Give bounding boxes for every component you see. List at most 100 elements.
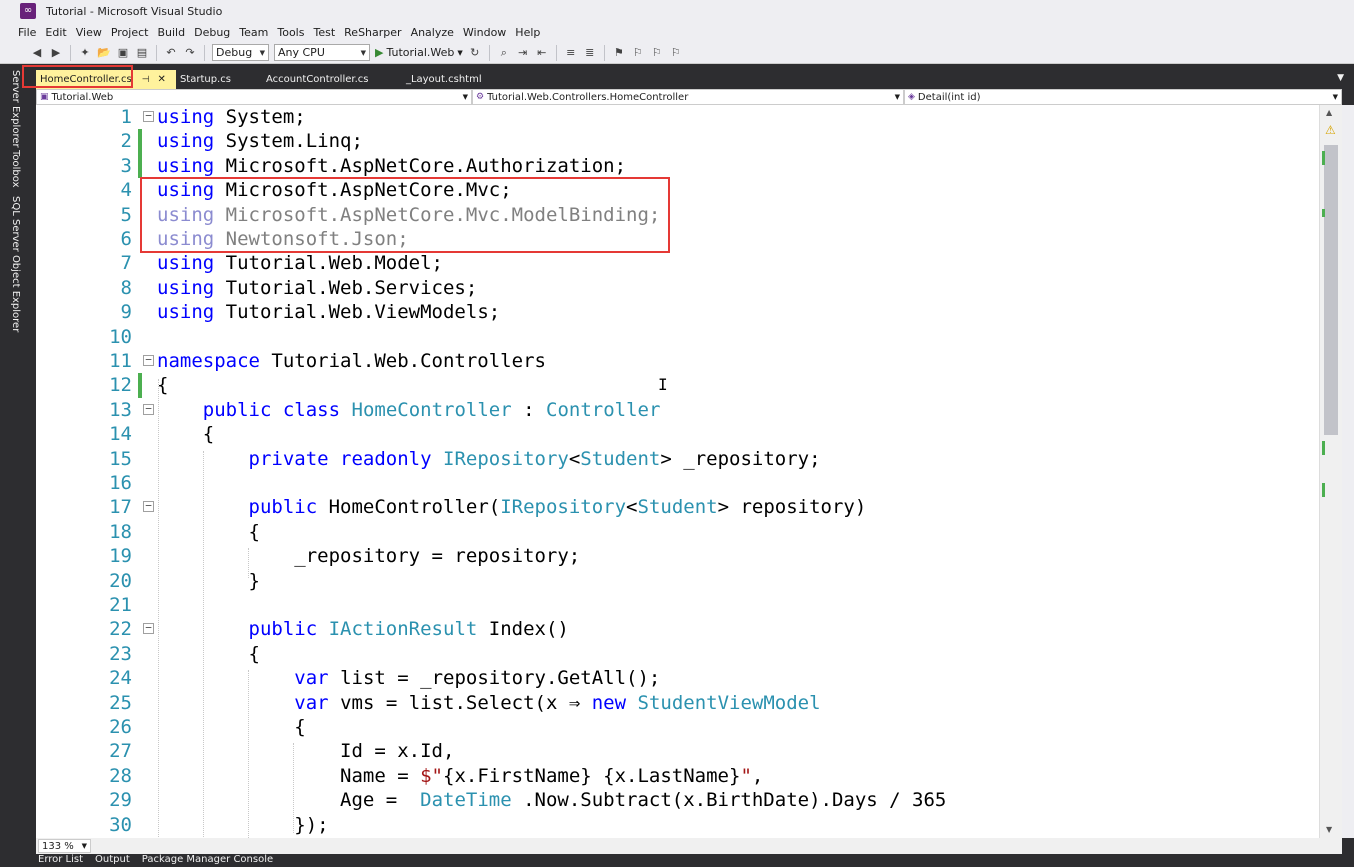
solution-platform-select[interactable]: Any CPU ▼ bbox=[274, 44, 370, 61]
menu-edit[interactable]: Edit bbox=[45, 26, 75, 39]
refresh-icon[interactable]: ↻ bbox=[468, 46, 482, 60]
code-line[interactable]: 21 bbox=[36, 593, 1319, 617]
code-line[interactable]: 25 var vms = list.Select(x ⇒ new Student… bbox=[36, 691, 1319, 715]
save-icon[interactable]: ▣ bbox=[116, 46, 130, 60]
code-line[interactable]: 29 Age = DateTime .Now.Subtract(x.BirthD… bbox=[36, 788, 1319, 812]
tab-accountcontroller[interactable]: AccountController.cs bbox=[262, 70, 402, 89]
code-line[interactable]: 1− using System; bbox=[36, 105, 1319, 129]
new-project-icon[interactable]: ✦ bbox=[78, 46, 92, 60]
code-line[interactable]: 9 using Tutorial.Web.ViewModels; bbox=[36, 300, 1319, 324]
start-debugging-button[interactable]: ▶ Tutorial.Web ▼ bbox=[375, 46, 463, 59]
code-text: } bbox=[157, 569, 260, 593]
tab-output[interactable]: Output bbox=[95, 854, 130, 865]
code-line[interactable]: 22− public IActionResult Index() bbox=[36, 617, 1319, 641]
code-line[interactable]: 14 { bbox=[36, 422, 1319, 446]
menu-team[interactable]: Team bbox=[239, 26, 277, 39]
menu-window[interactable]: Window bbox=[463, 26, 515, 39]
outdent-icon[interactable]: ⇤ bbox=[535, 46, 549, 60]
code-line[interactable]: 17− public HomeController(IRepository<St… bbox=[36, 495, 1319, 519]
code-line[interactable]: 7 using Tutorial.Web.Model; bbox=[36, 251, 1319, 275]
code-token: public bbox=[248, 496, 318, 519]
menu-analyze[interactable]: Analyze bbox=[411, 26, 463, 39]
code-line[interactable]: 2 using System.Linq; bbox=[36, 129, 1319, 154]
code-line[interactable]: 15 private readonly IRepository<Student>… bbox=[36, 447, 1319, 471]
side-tab-toolbox[interactable]: Toolbox bbox=[10, 150, 21, 188]
menu-file[interactable]: File bbox=[18, 26, 45, 39]
code-token: , bbox=[751, 764, 764, 787]
line-number: 28 bbox=[109, 764, 132, 787]
code-line[interactable]: 12 { bbox=[36, 373, 1319, 398]
member-select[interactable]: ◈ Detail(int id) ▼ bbox=[904, 89, 1342, 105]
code-line[interactable]: 3 using Microsoft.AspNetCore.Authorizatio… bbox=[36, 153, 1319, 179]
code-line[interactable]: 8 using Tutorial.Web.Services; bbox=[36, 276, 1319, 300]
code-token: Controller bbox=[546, 398, 661, 421]
side-tab-sql-server-object-explorer[interactable]: SQL Server Object Explorer bbox=[10, 196, 21, 332]
menu-resharper[interactable]: ReSharper bbox=[344, 26, 410, 39]
menu-help[interactable]: Help bbox=[515, 26, 549, 39]
previous-bookmark-icon[interactable]: ⚐ bbox=[631, 46, 645, 60]
line-number: 25 bbox=[109, 691, 132, 714]
collapse-icon[interactable]: − bbox=[143, 403, 154, 415]
menu-tools[interactable]: Tools bbox=[277, 26, 313, 39]
code-text: private readonly IRepository<Student> _r… bbox=[157, 447, 821, 471]
code-line[interactable]: 19 _repository = repository; bbox=[36, 544, 1319, 568]
menu-project[interactable]: Project bbox=[111, 26, 158, 39]
menu-test[interactable]: Test bbox=[313, 26, 344, 39]
code-line[interactable]: 23 { bbox=[36, 642, 1319, 666]
collapse-icon[interactable]: − bbox=[143, 622, 154, 635]
scroll-down-arrow-icon[interactable]: ▼ bbox=[1326, 825, 1332, 834]
code-token: System.Linq; bbox=[225, 130, 363, 153]
navigate-forward-icon[interactable]: ▶ bbox=[49, 46, 63, 60]
warning-icon[interactable]: ⚠ bbox=[1325, 123, 1336, 137]
code-line[interactable]: 13− public class HomeController : Contro… bbox=[36, 398, 1319, 422]
code-line[interactable]: 10 bbox=[36, 325, 1319, 349]
code-line[interactable]: 16 bbox=[36, 471, 1319, 495]
code-token: IActionResult bbox=[328, 618, 478, 641]
scrollbar-thumb[interactable] bbox=[1324, 145, 1338, 435]
code-line[interactable]: 27 Id = x.Id, bbox=[36, 739, 1319, 763]
tab-layout[interactable]: _Layout.cshtml bbox=[402, 70, 492, 89]
open-file-icon[interactable]: 📂 bbox=[97, 46, 111, 60]
close-icon[interactable]: ✕ bbox=[158, 74, 166, 85]
next-bookmark-icon[interactable]: ⚐ bbox=[650, 46, 664, 60]
code-line[interactable]: 24 var list = _repository.GetAll(); bbox=[36, 666, 1319, 690]
menu-debug[interactable]: Debug bbox=[194, 26, 239, 39]
solution-configuration-select[interactable]: Debug ▼ bbox=[212, 44, 269, 61]
code-line[interactable]: 20 } bbox=[36, 569, 1319, 593]
code-line[interactable]: 18 { bbox=[36, 520, 1319, 544]
collapse-icon[interactable]: − bbox=[143, 110, 154, 122]
code-line[interactable]: 11− namespace Tutorial.Web.Controllers bbox=[36, 349, 1319, 373]
collapse-icon[interactable]: − bbox=[143, 354, 154, 366]
line-number: 16 bbox=[109, 472, 132, 494]
redo-icon[interactable]: ↷ bbox=[183, 46, 197, 60]
save-all-icon[interactable]: ▤ bbox=[135, 46, 149, 60]
find-icon[interactable]: ⌕ bbox=[497, 46, 511, 60]
comment-icon[interactable]: ≡ bbox=[564, 46, 578, 60]
scroll-up-arrow-icon[interactable]: ▲ bbox=[1326, 108, 1332, 117]
bookmark-icon[interactable]: ⚑ bbox=[612, 46, 626, 60]
uncomment-icon[interactable]: ≣ bbox=[583, 46, 597, 60]
code-token: var bbox=[294, 667, 329, 690]
side-tab-server-explorer[interactable]: Server Explorer bbox=[10, 70, 21, 148]
tab-package-manager-console[interactable]: Package Manager Console bbox=[142, 854, 273, 865]
navigate-back-icon[interactable]: ◀ bbox=[30, 46, 44, 60]
tab-overflow-menu-icon[interactable]: ▼ bbox=[1337, 73, 1344, 83]
type-select[interactable]: ⚙ Tutorial.Web.Controllers.HomeControlle… bbox=[472, 89, 904, 105]
code-line[interactable]: 26 { bbox=[36, 715, 1319, 739]
code-line[interactable]: 28 Name = $"{x.FirstName} {x.LastName}", bbox=[36, 764, 1319, 788]
tab-error-list[interactable]: Error List bbox=[38, 854, 83, 865]
tab-startup[interactable]: Startup.cs bbox=[176, 70, 262, 89]
indent-icon[interactable]: ⇥ bbox=[516, 46, 530, 60]
code-line[interactable]: 30 }); bbox=[36, 813, 1319, 837]
undo-icon[interactable]: ↶ bbox=[164, 46, 178, 60]
editor-vertical-scrollbar[interactable]: ▲ ⚠ ▼ bbox=[1319, 105, 1342, 838]
collapse-icon[interactable]: − bbox=[143, 500, 154, 513]
menu-view[interactable]: View bbox=[76, 26, 111, 39]
clear-bookmarks-icon[interactable]: ⚐ bbox=[669, 46, 683, 60]
menu-build[interactable]: Build bbox=[157, 26, 194, 39]
pin-icon[interactable]: ⊣ bbox=[142, 75, 150, 85]
project-select[interactable]: ▣ Tutorial.Web ▼ bbox=[36, 89, 472, 105]
line-number: 7 bbox=[120, 252, 132, 275]
zoom-level-select[interactable]: 133 % ▼ bbox=[38, 839, 91, 853]
